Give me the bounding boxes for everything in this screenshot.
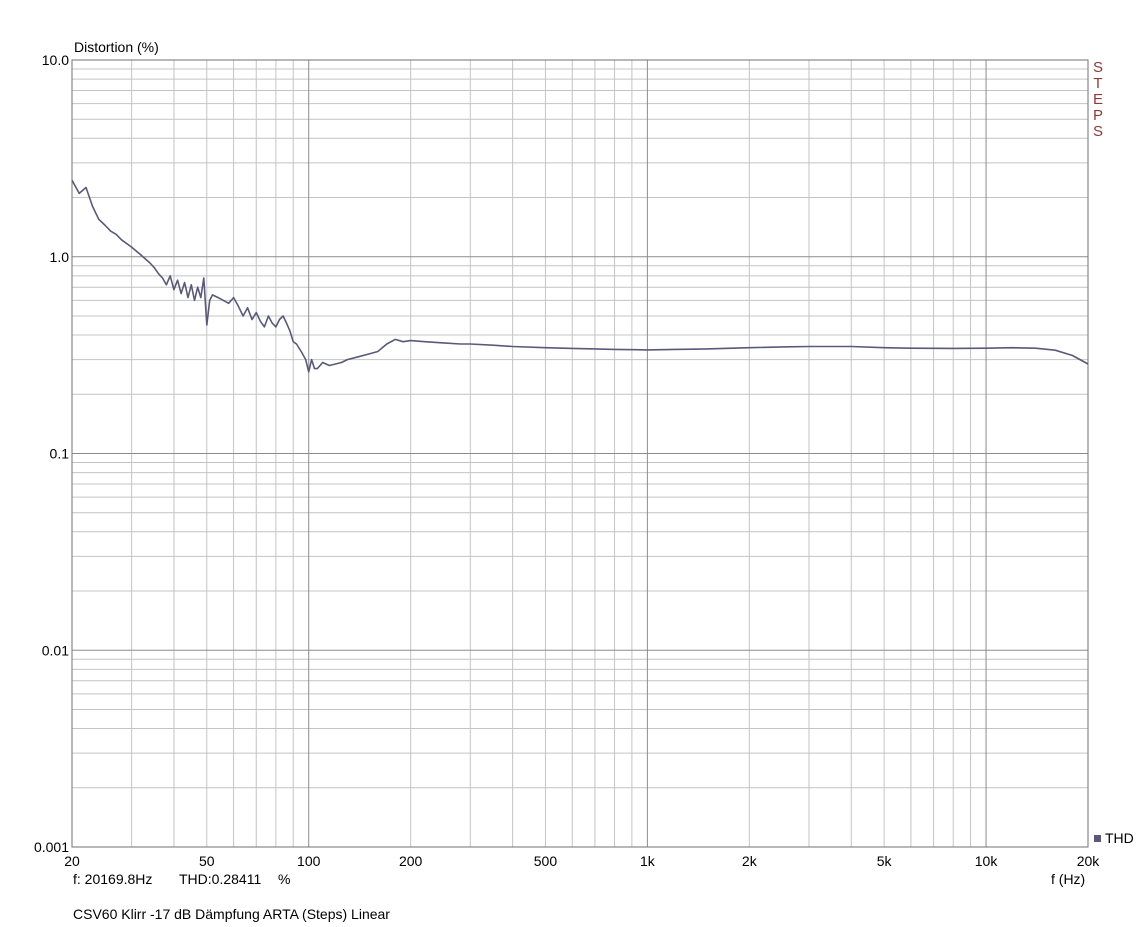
x-tick-label: 50 bbox=[199, 853, 215, 869]
distortion-chart: 20 50 100 200 500 1k 2k 5k 10k 20k 10.0 1.0 0.1 0.01… bbox=[34, 52, 1100, 869]
legend-label: THD bbox=[1105, 830, 1134, 846]
steps-letter: T bbox=[1093, 75, 1103, 92]
x-axis-label: f (Hz) bbox=[1051, 871, 1086, 887]
steps-letter: S bbox=[1092, 59, 1103, 76]
steps-letter: E bbox=[1092, 91, 1103, 108]
x-tick-label: 5k bbox=[877, 853, 893, 869]
y-axis-label: Distortion (%) bbox=[74, 39, 159, 55]
x-tick-labels: 20 50 100 200 500 1k 2k 5k 10k 20k bbox=[64, 853, 1100, 869]
steps-vertical-label: STEPS bbox=[1091, 60, 1105, 140]
x-tick-label: 500 bbox=[534, 853, 558, 869]
measurement-caption: CSV60 Klirr -17 dB Dämpfung ARTA (Steps)… bbox=[73, 906, 390, 922]
steps-letter: P bbox=[1092, 107, 1103, 124]
cursor-thd-unit: % bbox=[278, 871, 291, 887]
y-tick-label: 0.01 bbox=[42, 642, 69, 658]
x-tick-label: 20k bbox=[1077, 853, 1101, 869]
y-tick-label: 1.0 bbox=[50, 249, 70, 265]
x-tick-label: 200 bbox=[399, 853, 423, 869]
y-tick-label: 0.1 bbox=[50, 446, 70, 462]
steps-letter: S bbox=[1092, 123, 1103, 140]
x-tick-label: 100 bbox=[297, 853, 321, 869]
legend: THD bbox=[1094, 830, 1134, 846]
x-tick-label: 20 bbox=[64, 853, 80, 869]
x-tick-label: 1k bbox=[640, 853, 656, 869]
x-tick-label: 2k bbox=[742, 853, 758, 869]
cursor-thd-value: THD:0.28411 bbox=[179, 871, 262, 887]
x-tick-label: 10k bbox=[975, 853, 999, 869]
legend-swatch bbox=[1094, 835, 1101, 842]
cursor-frequency: f: 20169.8Hz bbox=[73, 871, 153, 887]
y-tick-label: 10.0 bbox=[42, 52, 69, 68]
y-tick-labels: 10.0 1.0 0.1 0.01 0.001 bbox=[34, 52, 69, 855]
y-tick-label: 0.001 bbox=[34, 839, 69, 855]
